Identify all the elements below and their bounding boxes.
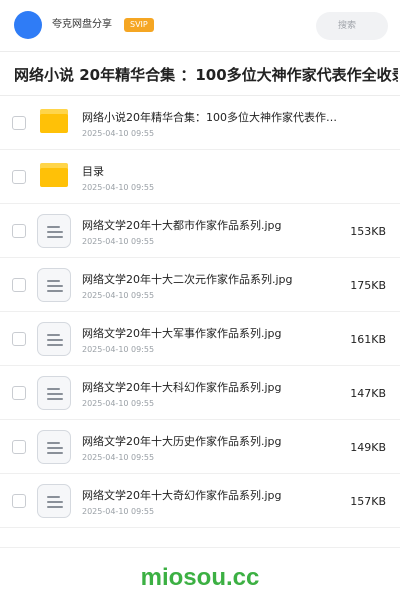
page-title: 网络小说 20年精华合集 ：100多位大神作家代表作全收录 — [14, 66, 398, 84]
file-name: 网络文学20年十大奇幻作家作品系列.jpg — [82, 489, 282, 502]
row-checkbox[interactable] — [12, 116, 26, 130]
file-date: 2025-04-10 09:55 — [82, 183, 155, 192]
document-icon — [37, 268, 71, 302]
file-date: 2025-04-10 09:55 — [82, 291, 155, 300]
file-row[interactable]: 网络文学20年十大奇幻作家作品系列.jpg 2025-04-10 09:55 1… — [0, 474, 400, 528]
file-name: 网络文学20年十大军事作家作品系列.jpg — [82, 327, 282, 340]
file-row[interactable]: 网络文学20年十大军事作家作品系列.jpg 2025-04-10 09:55 1… — [0, 312, 400, 366]
file-size: 175KB — [350, 279, 386, 292]
file-name: 网络文学20年十大都市作家作品系列.jpg — [82, 219, 282, 232]
file-list: 网络小说20年精华合集：100多位大神作家代表作全收录 2025-04-10 0… — [0, 96, 400, 528]
file-row[interactable]: 目录 2025-04-10 09:55 — [0, 150, 400, 204]
row-checkbox[interactable] — [12, 494, 26, 508]
row-checkbox[interactable] — [12, 278, 26, 292]
file-name: 网络文学20年十大历史作家作品系列.jpg — [82, 435, 282, 448]
row-checkbox[interactable] — [12, 386, 26, 400]
folder-icon — [40, 163, 68, 187]
title-bar: 网络小说 20年精华合集 ：100多位大神作家代表作全收录 — [0, 52, 400, 96]
file-size: 153KB — [350, 225, 386, 238]
avatar[interactable] — [14, 11, 42, 39]
user-name: 夸克网盘分享 — [52, 19, 112, 30]
file-date: 2025-04-10 09:55 — [82, 345, 155, 354]
file-size: 147KB — [350, 387, 386, 400]
file-name: 网络文学20年十大二次元作家作品系列.jpg — [82, 273, 293, 286]
row-checkbox[interactable] — [12, 440, 26, 454]
file-row[interactable]: 网络文学20年十大都市作家作品系列.jpg 2025-04-10 09:55 1… — [0, 204, 400, 258]
footer-divider — [0, 547, 400, 548]
file-date: 2025-04-10 09:55 — [82, 129, 155, 138]
document-icon — [37, 322, 71, 356]
file-row[interactable]: 网络小说20年精华合集：100多位大神作家代表作全收录 2025-04-10 0… — [0, 96, 400, 150]
file-size: 161KB — [350, 333, 386, 346]
file-row[interactable]: 网络文学20年十大历史作家作品系列.jpg 2025-04-10 09:55 1… — [0, 420, 400, 474]
file-name: 网络小说20年精华合集：100多位大神作家代表作全收录 — [82, 111, 344, 124]
row-checkbox[interactable] — [12, 170, 26, 184]
brand-watermark: miosou.cc — [140, 564, 260, 591]
folder-icon — [40, 109, 68, 133]
file-name: 网络文学20年十大科幻作家作品系列.jpg — [82, 381, 282, 394]
file-row[interactable]: 网络文学20年十大科幻作家作品系列.jpg 2025-04-10 09:55 1… — [0, 366, 400, 420]
search-input[interactable]: 搜索 — [316, 12, 388, 40]
file-size: 149KB — [350, 441, 386, 454]
row-checkbox[interactable] — [12, 224, 26, 238]
file-row[interactable]: 网络文学20年十大二次元作家作品系列.jpg 2025-04-10 09:55 … — [0, 258, 400, 312]
document-icon — [37, 376, 71, 410]
document-icon — [37, 430, 71, 464]
document-icon — [37, 484, 71, 518]
row-checkbox[interactable] — [12, 332, 26, 346]
document-icon — [37, 214, 71, 248]
file-size: 157KB — [350, 495, 386, 508]
svip-badge: SVIP — [124, 18, 154, 32]
header-bar: 夸克网盘分享 SVIP 搜索 — [0, 0, 400, 52]
file-name: 目录 — [82, 165, 104, 178]
file-date: 2025-04-10 09:55 — [82, 399, 155, 408]
file-date: 2025-04-10 09:55 — [82, 453, 155, 462]
file-date: 2025-04-10 09:55 — [82, 507, 155, 516]
file-date: 2025-04-10 09:55 — [82, 237, 155, 246]
